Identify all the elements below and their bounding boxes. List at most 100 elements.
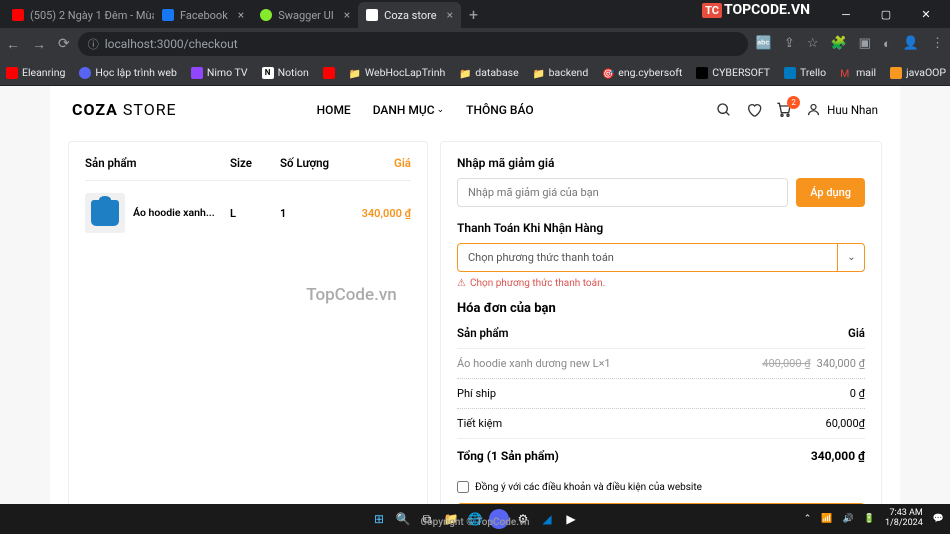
task-view-button[interactable]: ⧉ [417, 509, 437, 529]
product-name: Áo hoodie xanh... [133, 206, 215, 220]
explorer-icon[interactable]: 📁 [441, 509, 461, 529]
new-tab-button[interactable]: + [461, 1, 486, 28]
warning-icon: ⚠ [457, 278, 466, 289]
bookmark-icon[interactable]: ☆ [807, 36, 819, 52]
close-icon[interactable]: × [344, 8, 350, 22]
browser-tab-active[interactable]: Coza store × [358, 2, 461, 28]
bookmark-item[interactable]: Học lập trình web [79, 66, 176, 79]
battery-icon[interactable]: 🔋 [864, 514, 875, 524]
user-icon [806, 102, 821, 117]
inv-ship-value: 0 ₫ [850, 387, 865, 400]
extension-icon[interactable]: ▣ [859, 36, 871, 52]
bookmark-item[interactable]: Eleanring [6, 66, 65, 79]
search-icon[interactable] [716, 102, 732, 118]
notifications-icon[interactable]: 💬 [933, 514, 944, 524]
url-input[interactable]: ⓘ localhost:3000/checkout [78, 32, 748, 56]
close-icon[interactable]: × [447, 8, 453, 22]
bookmark-folder[interactable]: backend [533, 66, 589, 79]
bookmark-folder[interactable]: WebHocLapTrinh [349, 66, 445, 79]
terms-text: Đồng ý với các điều khoản và điều kiện c… [475, 482, 702, 493]
swagger-icon [260, 9, 272, 21]
clock[interactable]: 7:43 AM 1/8/2024 [885, 509, 923, 529]
share-icon[interactable]: ⇪ [784, 36, 795, 52]
cart-row: Áo hoodie xanh... L 1 340,000 ₫ [85, 181, 411, 245]
invoice-title: Hóa đơn của bạn [457, 301, 865, 316]
browser-tab[interactable]: (505) 2 Ngày 1 Đêm - Mùa... × [4, 2, 154, 28]
apply-button[interactable]: Áp dụng [796, 178, 865, 207]
product-image[interactable] [85, 193, 125, 233]
close-icon[interactable]: × [238, 8, 244, 22]
search-button[interactable]: 🔍 [393, 509, 413, 529]
terms-checkbox-row[interactable]: Đồng ý với các điều khoản và điều kiện c… [457, 471, 865, 503]
maximize-button[interactable]: ▢ [866, 0, 906, 28]
start-button[interactable]: ⊞ [369, 509, 389, 529]
inv-line-price: 400,000 ₫340,000 ₫ [762, 357, 865, 370]
nav-notifications[interactable]: THÔNG BÁO [466, 103, 533, 117]
close-window-button[interactable]: ✕ [906, 0, 946, 28]
payment-select[interactable]: Chọn phương thức thanh toán [457, 243, 865, 272]
product-qty: 1 [280, 207, 360, 220]
cart-icon[interactable]: 2 [776, 102, 792, 118]
product-price: 340,000 ₫ [360, 207, 411, 220]
back-button[interactable]: ← [6, 36, 20, 53]
cart-panel: Sản phẩm Size Số Lượng Giá Áo hoodie xan… [68, 141, 428, 504]
product-size: L [230, 207, 280, 220]
tray-chevron-icon[interactable]: ⌃ [804, 514, 812, 524]
watermark: TCTOPCODE.VN [702, 2, 810, 18]
bookmark-item[interactable]: CYBERSOFT [696, 66, 770, 79]
bookmark-item[interactable]: NNotion [262, 66, 309, 79]
payment-label: Thanh Toán Khi Nhận Hàng [457, 221, 865, 235]
nav-home[interactable]: HOME [317, 103, 351, 117]
site-logo[interactable]: COZA STORE [72, 100, 177, 119]
terms-checkbox[interactable] [457, 481, 469, 493]
bookmark-item[interactable]: eng.cybersoft [602, 66, 682, 79]
bookmark-item[interactable]: Mmail [840, 66, 876, 79]
user-menu[interactable]: Huu Nhan [806, 102, 878, 117]
bookmark-item[interactable]: Trello [784, 66, 826, 79]
user-name: Huu Nhan [827, 103, 878, 117]
browser-tab-strip: (505) 2 Ngày 1 Đêm - Mùa... × Facebook ×… [0, 0, 950, 28]
chrome-icon[interactable]: 🌐 [465, 509, 485, 529]
tab-label: Coza store [384, 9, 436, 22]
extension-icon[interactable]: 🧩 [830, 36, 846, 52]
browser-tab[interactable]: Swagger UI × [252, 2, 358, 28]
info-icon: ⓘ [88, 36, 99, 52]
inv-total-value: 340,000 ₫ [811, 449, 865, 463]
app-icon[interactable]: ▶ [561, 509, 581, 529]
browser-tab[interactable]: Facebook × [154, 2, 252, 28]
inv-save-label: Tiết kiệm [457, 417, 502, 430]
extension-icon[interactable]: ◐ [883, 36, 891, 52]
inv-head-product: Sản phẩm [457, 326, 509, 340]
bookmark-item[interactable]: Nimo TV [191, 66, 248, 79]
col-price: Giá [360, 156, 411, 170]
wifi-icon[interactable]: 📶 [821, 514, 832, 524]
bookmark-item[interactable]: javaOOP [890, 66, 946, 79]
app-icon[interactable]: ⚙ [513, 509, 533, 529]
payment-error: ⚠ Chọn phương thức thanh toán. [457, 278, 865, 289]
inv-head-price: Giá [848, 326, 865, 340]
menu-icon[interactable]: ⋮ [931, 36, 944, 52]
bookmark-item[interactable] [323, 67, 335, 79]
inv-line-item: Áo hoodie xanh dương new L×1 [457, 357, 611, 370]
minimize-button[interactable]: ─ [826, 0, 866, 28]
inv-total-label: Tổng (1 Sản phẩm) [457, 449, 559, 463]
wishlist-icon[interactable] [746, 102, 762, 118]
bookmarks-bar: Eleanring Học lập trình web Nimo TV NNot… [0, 60, 950, 86]
forward-button[interactable]: → [32, 36, 46, 53]
checkout-panel: Nhập mã giảm giá Áp dụng Thanh Toán Khi … [440, 141, 882, 504]
volume-icon[interactable]: 🔊 [843, 514, 854, 524]
cart-badge: 2 [787, 96, 800, 109]
vscode-icon[interactable]: ◢ [537, 509, 557, 529]
app-icon[interactable] [489, 509, 509, 529]
nav-category[interactable]: DANH MỤC⌄ [373, 103, 444, 117]
site-header: COZA STORE HOME DANH MỤC⌄ THÔNG BÁO 2 [50, 86, 900, 133]
bookmark-folder[interactable]: database [459, 66, 518, 79]
address-bar: ← → ⟳ ⓘ localhost:3000/checkout 🔤 ⇪ ☆ 🧩 … [0, 28, 950, 60]
discount-input[interactable] [457, 178, 788, 207]
windows-taskbar: Copyright © TopCode.vn ⊞ 🔍 ⧉ 📁 🌐 ⚙ ◢ ▶ ⌃… [0, 504, 950, 534]
site-icon [366, 9, 378, 21]
profile-icon[interactable]: 👤 [903, 36, 919, 52]
translate-icon[interactable]: 🔤 [756, 36, 772, 52]
reload-button[interactable]: ⟳ [58, 36, 70, 53]
inv-save-value: 60,000₫ [826, 417, 865, 430]
